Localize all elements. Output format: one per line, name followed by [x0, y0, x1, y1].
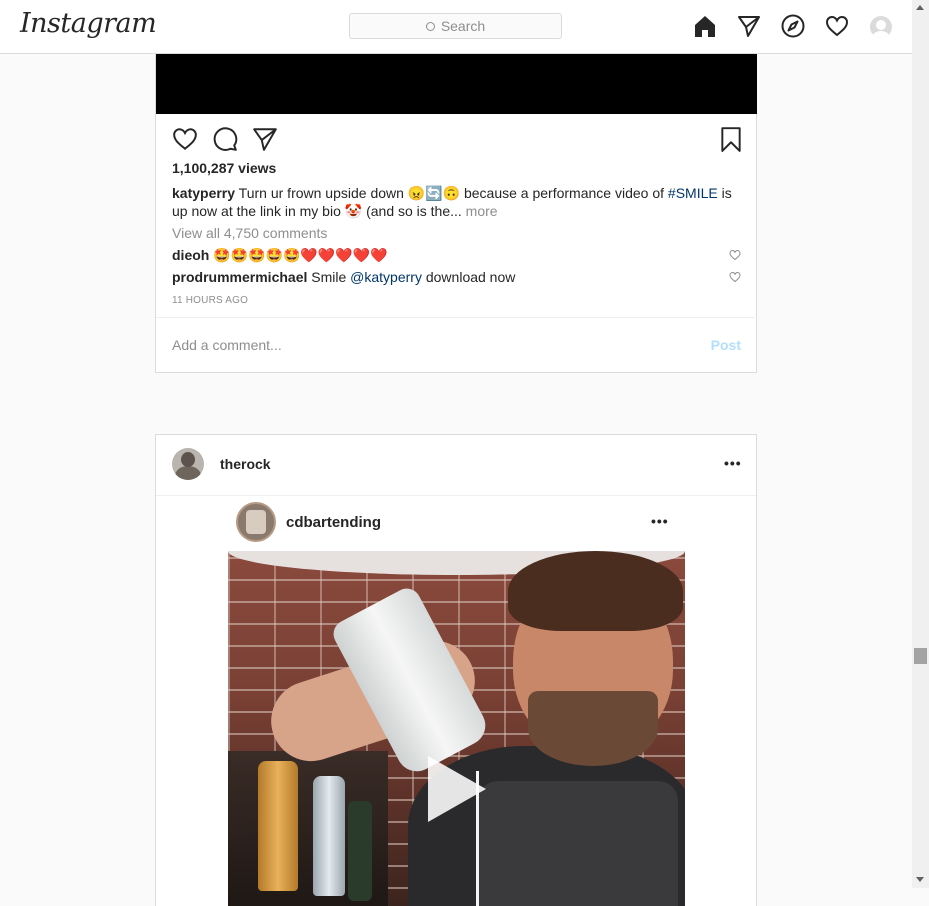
- post-caption: katyperry Turn ur frown upside down 😠🔄🙃 …: [172, 184, 742, 220]
- comment-text: Smile: [307, 269, 351, 285]
- post-header: therock •••: [156, 435, 756, 496]
- post-video[interactable]: cdbartending •••: [156, 496, 756, 906]
- post-timestamp[interactable]: 11 HOURS AGO: [172, 295, 248, 306]
- instagram-logo[interactable]: Instagram: [20, 8, 157, 39]
- scroll-down-arrow-icon[interactable]: [916, 877, 924, 882]
- comment-like-heart-icon[interactable]: [729, 271, 741, 283]
- post-comment-button[interactable]: Post: [711, 337, 741, 353]
- more-options-icon[interactable]: •••: [724, 455, 742, 471]
- embedded-username: cdbartending: [286, 514, 382, 531]
- activity-heart-icon[interactable]: [825, 14, 849, 38]
- profile-avatar[interactable]: [870, 16, 892, 38]
- avatar[interactable]: [172, 448, 204, 480]
- top-navigation-bar: Instagram Search: [0, 0, 912, 54]
- caption-username[interactable]: katyperry: [172, 185, 235, 201]
- video-frame: [228, 551, 685, 906]
- save-bookmark-icon[interactable]: [718, 126, 744, 152]
- view-all-comments-link[interactable]: View all 4,750 comments: [172, 225, 327, 241]
- share-icon[interactable]: [252, 126, 278, 152]
- post-username[interactable]: therock: [220, 456, 271, 472]
- comment-username[interactable]: dieoh: [172, 247, 209, 263]
- page-scrollbar[interactable]: [912, 0, 929, 888]
- post-video[interactable]: [156, 54, 757, 114]
- add-comment-input[interactable]: Add a comment...: [172, 337, 282, 353]
- feed-post: 1,100,287 views katyperry Turn ur frown …: [155, 54, 757, 373]
- comment-icon[interactable]: [212, 126, 238, 152]
- comment: dieoh 🤩🤩🤩🤩🤩❤️❤️❤️❤️❤️: [172, 247, 388, 264]
- caption-more-link[interactable]: more: [462, 203, 498, 219]
- like-heart-icon[interactable]: [172, 126, 198, 152]
- play-icon[interactable]: [428, 756, 486, 822]
- home-icon[interactable]: [693, 14, 717, 38]
- comment-mention[interactable]: @katyperry: [350, 269, 422, 285]
- embedded-more-options-icon: •••: [651, 513, 669, 529]
- comment-text: download now: [421, 269, 516, 285]
- search-placeholder: Search: [440, 18, 486, 34]
- comment: prodrummermichael Smile @katyperry downl…: [172, 269, 515, 285]
- feed-post: therock ••• cdbartending •••: [155, 434, 757, 906]
- caption-text-1: Turn ur frown upside down 😠🔄🙃 because a …: [235, 185, 668, 201]
- direct-icon[interactable]: [737, 14, 761, 38]
- caption-hashtag[interactable]: #SMILE: [668, 185, 718, 201]
- scroll-up-arrow-icon[interactable]: [916, 5, 924, 10]
- embedded-avatar: [236, 502, 276, 542]
- view-count[interactable]: 1,100,287 views: [172, 160, 276, 176]
- search-icon: [425, 22, 435, 31]
- comment-like-heart-icon[interactable]: [729, 249, 741, 261]
- comment-text: 🤩🤩🤩🤩🤩❤️❤️❤️❤️❤️: [209, 247, 388, 263]
- search-input[interactable]: Search: [349, 13, 562, 39]
- comment-username[interactable]: prodrummermichael: [172, 269, 307, 285]
- explore-icon[interactable]: [781, 14, 805, 38]
- add-comment-bar: Add a comment... Post: [156, 317, 757, 373]
- scrollbar-thumb[interactable]: [914, 648, 927, 664]
